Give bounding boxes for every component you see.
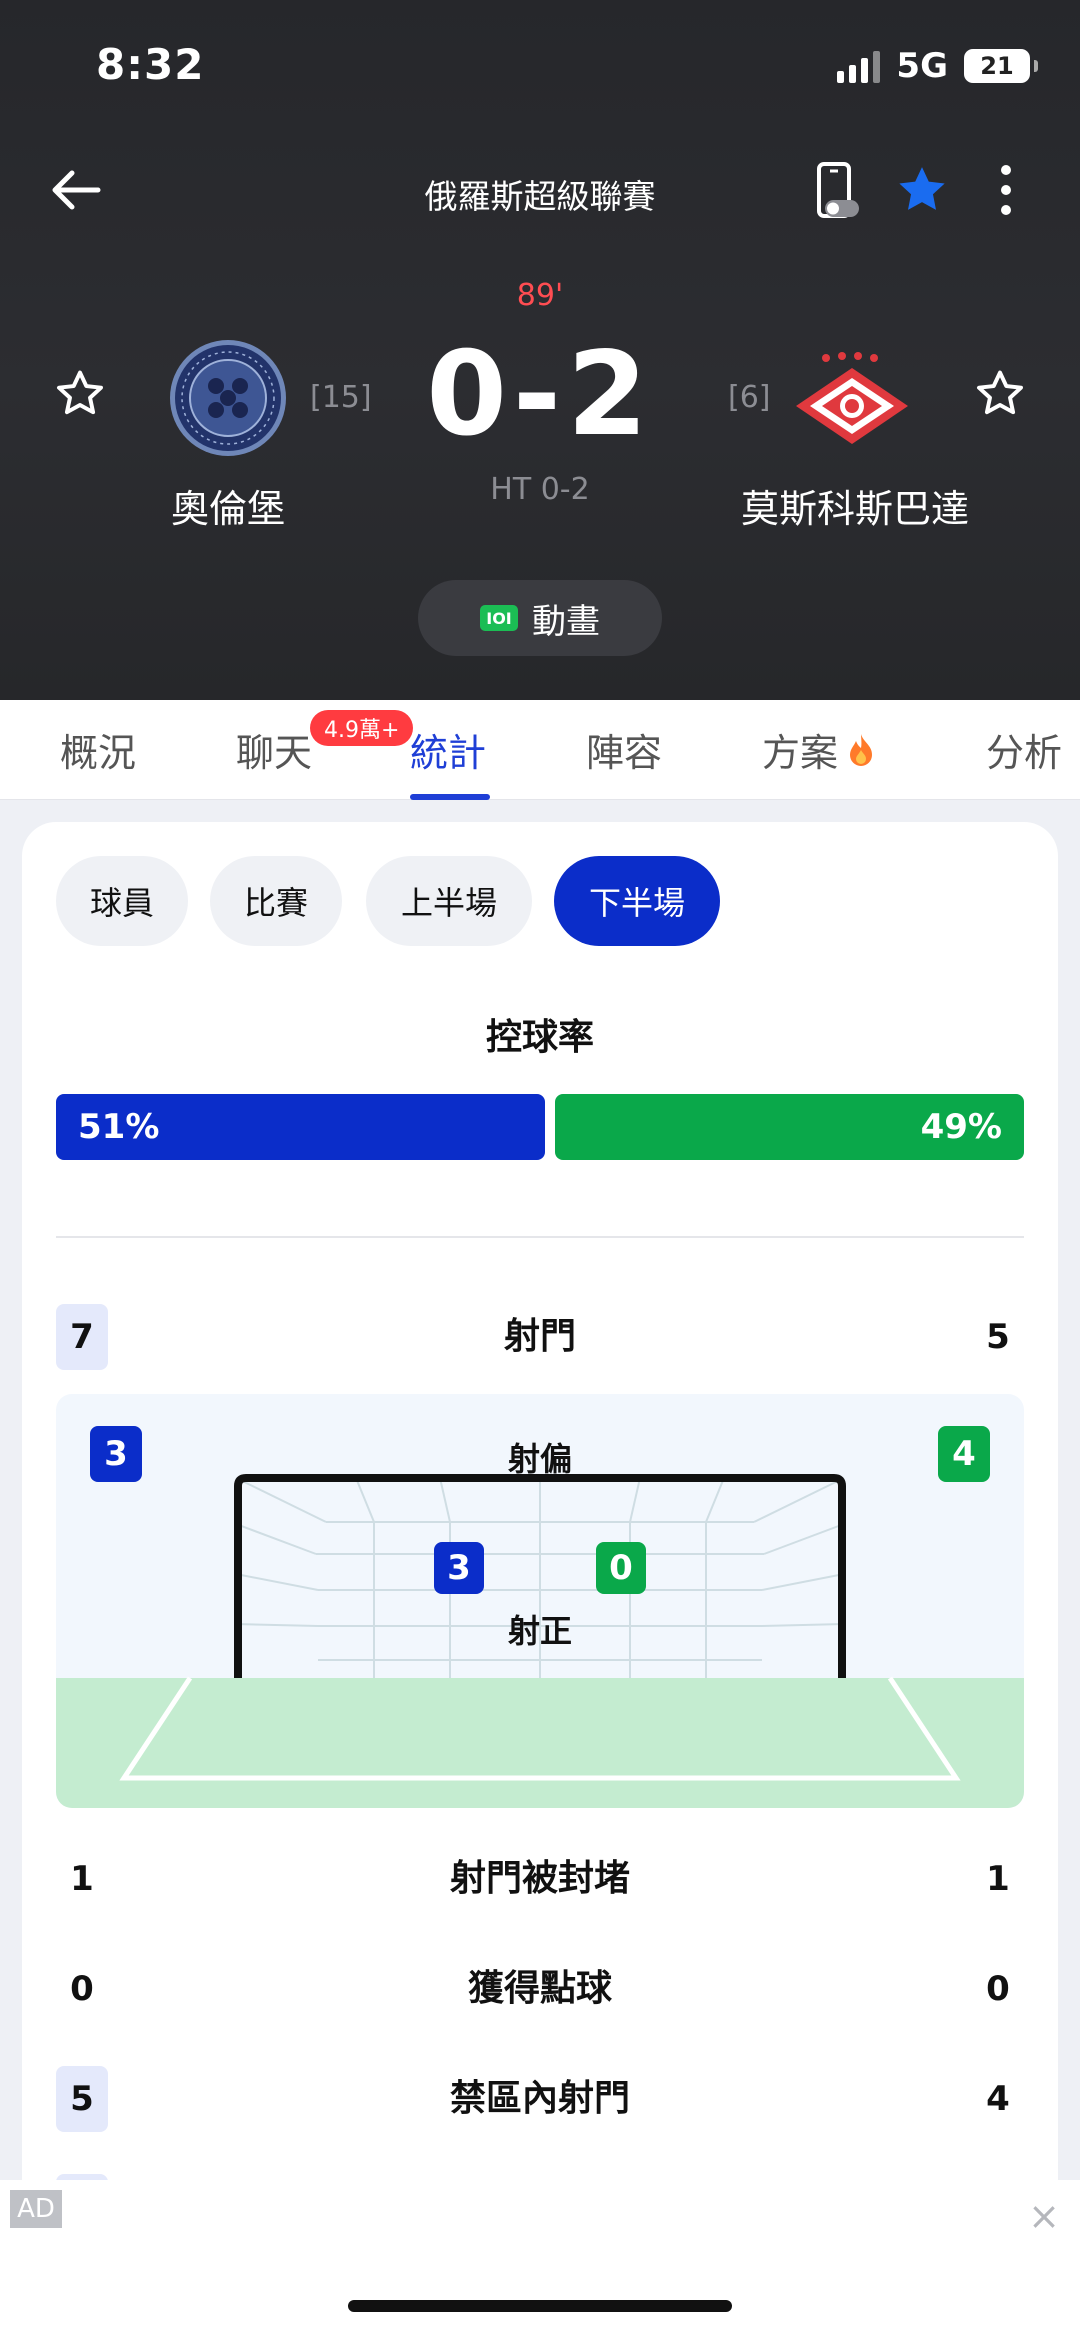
on-target-label: 射正 [507,1612,572,1650]
filter-second-half[interactable]: 下半場 [554,856,720,946]
filter-first-half[interactable]: 上半場 [366,856,532,946]
stat-home-value: 7 [56,1304,108,1370]
status-bar-right: 5G 21 [837,46,1038,86]
shots-diagram: 3 射偏 4 3 0 射正 [56,1394,1024,1808]
filter-match[interactable]: 比賽 [210,856,342,946]
stat-label: 獲得點球 [467,1968,612,2009]
tab-lineup[interactable]: 陣容 [586,722,662,777]
flame-icon [850,733,873,766]
home-team-logo [168,338,288,458]
possession-title: 控球率 [485,1017,594,1058]
chat-count-badge: 4.9萬+ [310,710,414,746]
on-target-away-value: 0 [596,1542,646,1594]
animation-label: 動畫 [532,601,600,642]
animation-button[interactable]: IOI 動畫 [418,580,662,656]
more-vertical-icon [1001,165,1011,215]
stats-card: 球員 比賽 上半場 下半場 控球率 51% 49% 射門 7 5 3 射偏 4 … [22,822,1058,2282]
stat-row-penalties: 獲得點球 0 0 [56,1956,1024,2022]
more-button[interactable] [976,160,1036,220]
match-minute: 89' [516,278,564,313]
off-target-away-value: 4 [938,1426,990,1482]
away-possession-bar: 49% [555,1094,1024,1160]
stat-home-value: 0 [70,1969,94,2009]
phone-toggle-button[interactable] [808,160,868,220]
stat-label: 禁區內射門 [449,2078,630,2119]
ad-banner[interactable]: AD × [0,2180,1080,2337]
tab-plans-label: 方案 [762,731,839,775]
stat-away-value: 4 [986,2079,1010,2119]
stat-row-box-shots: 禁區內射門 5 4 [56,2066,1024,2132]
away-team-logo [790,338,910,458]
star-filled-icon [899,167,945,210]
star-outline-icon [57,370,103,415]
battery-icon: 21 [964,49,1038,83]
stat-row-shots: 射門 7 5 [56,1304,1024,1370]
home-favorite-button[interactable] [52,366,108,422]
match-header: 8:32 5G 21 俄羅斯超級聯賽 89' 0-2 HT 0-2 [15] 奧… [0,0,1080,700]
on-target-home-value: 3 [434,1542,484,1594]
signal-icon [837,49,881,83]
favorite-league-button[interactable] [892,160,952,220]
stat-home-value: 5 [56,2066,108,2132]
match-score: 0-2 [426,327,654,462]
home-team-rank: [15] [310,380,372,415]
stat-label: 射門 [503,1316,576,1357]
stat-row-blocked: 射門被封堵 1 1 [56,1846,1024,1912]
phone-toggle-icon [817,162,859,218]
away-team-rank: [6] [728,380,771,415]
ad-close-button[interactable]: × [1028,2194,1060,2238]
tab-overview[interactable]: 概況 [60,722,136,777]
stat-home-value: 1 [70,1859,94,1899]
home-possession-bar: 51% [56,1094,545,1160]
home-indicator[interactable] [348,2300,732,2312]
stat-label: 射門被封堵 [449,1858,630,1899]
ad-tag: AD [10,2190,62,2228]
home-team-name[interactable]: 奧倫堡 [128,478,328,533]
star-outline-icon [977,370,1023,415]
stat-away-value: 1 [986,1859,1010,1899]
away-favorite-button[interactable] [972,366,1028,422]
off-target-label: 射偏 [507,1440,572,1478]
divider [56,1236,1024,1238]
animation-pitch-icon: IOI [480,605,518,631]
filter-players[interactable]: 球員 [56,856,188,946]
status-time: 8:32 [96,40,205,89]
stat-away-value: 0 [986,1969,1010,2009]
tab-stats[interactable]: 統計 [410,722,486,777]
tab-chat[interactable]: 聊天 [236,722,312,777]
active-tab-indicator [410,794,490,800]
away-team-name[interactable]: 莫斯科斯巴達 [700,478,1010,533]
stat-away-value: 5 [986,1317,1010,1357]
tab-plans[interactable]: 方案 [762,722,876,777]
tab-bar: 概況 聊天 統計 陣容 方案 分析 [0,700,1080,800]
network-label: 5G [896,46,948,86]
tab-analysis[interactable]: 分析 [986,722,1062,777]
